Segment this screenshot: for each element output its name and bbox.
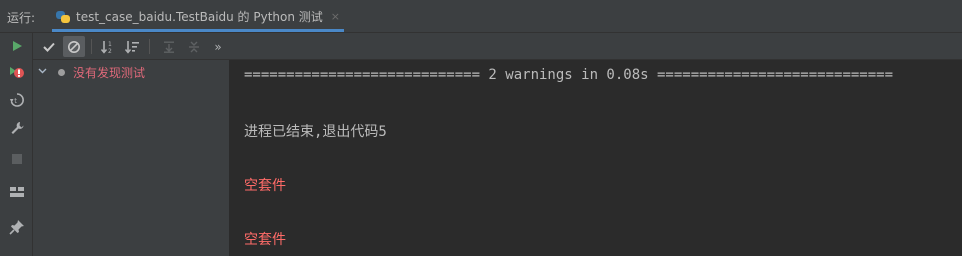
toggle-auto-test-icon[interactable]: t — [6, 89, 28, 111]
pin-icon[interactable] — [6, 216, 28, 238]
more-icon[interactable]: » — [207, 36, 229, 57]
python-test-icon — [56, 10, 70, 24]
stop-icon[interactable] — [6, 148, 28, 170]
console-line: ============================ 2 warnings … — [244, 67, 894, 83]
test-tree: 没有发现测试 — [33, 60, 230, 256]
run-label: 运行: — [7, 11, 36, 25]
rerun-failed-tests-icon[interactable] — [6, 61, 28, 83]
sort-alphabetically-icon[interactable]: 1 2 — [97, 36, 119, 57]
expand-all-icon[interactable] — [158, 36, 180, 57]
console-output[interactable]: ============================ 2 warnings … — [231, 60, 962, 256]
run-tab-title: test_case_baidu.TestBaidu 的 Python 测试 — [76, 10, 323, 24]
console-line: 空套件 — [244, 178, 286, 194]
wrench-icon[interactable] — [6, 117, 28, 139]
svg-text:2: 2 — [108, 48, 112, 54]
tree-root-label: 没有发现测试 — [73, 65, 146, 80]
sort-by-duration-icon[interactable] — [121, 36, 143, 57]
console-line: 空套件 — [244, 232, 286, 248]
chevron-down-icon[interactable] — [38, 67, 50, 77]
show-ignored-icon[interactable] — [63, 36, 85, 57]
console-line: 进程已结束,退出代码5 — [244, 124, 387, 140]
svg-text:1: 1 — [108, 41, 112, 48]
close-tab-icon[interactable]: × — [331, 10, 340, 23]
left-toolbar: t — [0, 33, 33, 256]
show-passed-icon[interactable] — [38, 36, 60, 57]
collapse-all-icon[interactable] — [183, 36, 205, 57]
layout-icon[interactable] — [6, 181, 28, 203]
run-tool-window-header: 运行: test_case_baidu.TestBaidu 的 Python 测… — [0, 0, 962, 33]
rerun-icon[interactable] — [6, 35, 28, 57]
run-configuration-tab[interactable]: test_case_baidu.TestBaidu 的 Python 测试 × — [52, 0, 352, 33]
test-status-icon — [58, 68, 65, 76]
svg-text:t: t — [14, 97, 17, 105]
tree-root-row[interactable]: 没有发现测试 — [33, 62, 230, 82]
test-runner-toolbar: 1 2 » — [33, 33, 962, 60]
